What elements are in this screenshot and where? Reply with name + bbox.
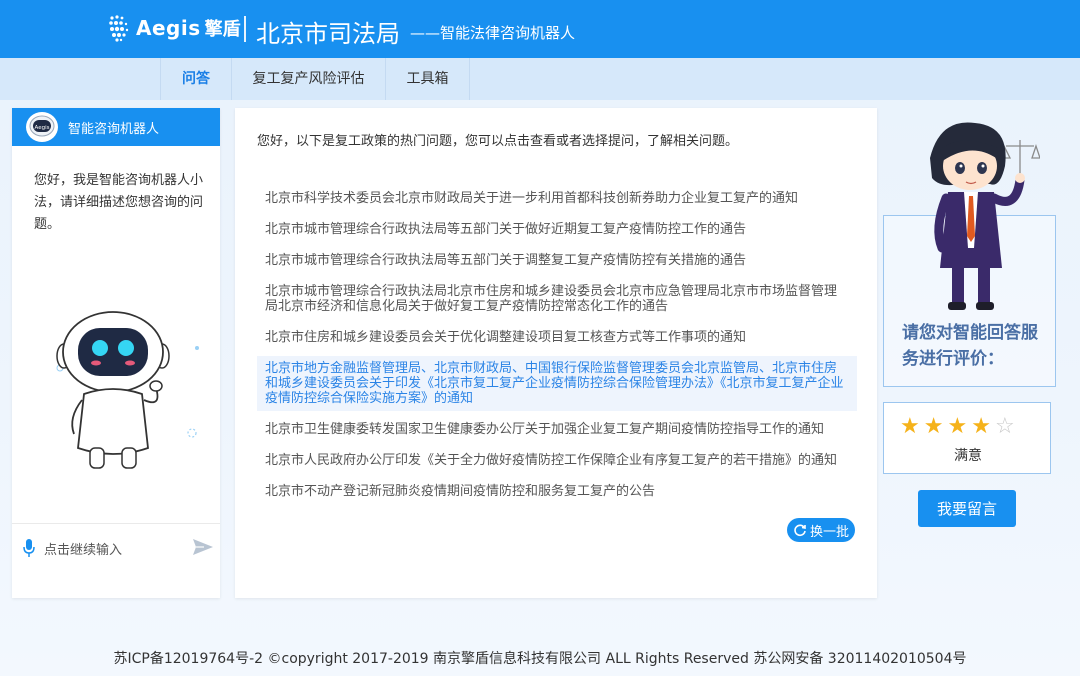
- chat-input-field[interactable]: 点击继续输入: [44, 539, 122, 558]
- logo-chinese-text: 擎盾: [204, 19, 241, 40]
- tab-qa[interactable]: 问答: [160, 58, 232, 100]
- svg-text:Aegis: Aegis: [35, 125, 50, 131]
- lawyer-character-illustration: [930, 122, 1040, 310]
- hot-questions-intro: 您好，以下是复工政策的热门问题，您可以点击查看或者选择提问，了解相关问题。: [257, 134, 739, 149]
- rating-label: 满意: [954, 448, 982, 464]
- microphone-icon[interactable]: [22, 538, 36, 558]
- question-item-highlighted[interactable]: 北京市地方金融监督管理局、北京市财政局、中国银行保险监督管理委员会北京监管局、北…: [257, 356, 857, 411]
- logo-dots-icon: [109, 15, 129, 42]
- hot-questions-list: 北京市科学技术委员会北京市财政局关于进一步利用首都科技创新券助力企业复工复产的通…: [257, 186, 857, 510]
- star-icon-filled[interactable]: ★: [947, 415, 967, 439]
- question-item[interactable]: 北京市人民政府办公厅印发《关于全力做好疫情防控工作保障企业有序复工复产的若干措施…: [257, 448, 857, 473]
- footer-copyright: 苏ICP备12019764号-2 ©copyright 2017-2019 南京…: [113, 651, 967, 667]
- question-item[interactable]: 北京市不动产登记新冠肺炎疫情期间疫情防控和服务复工复产的公告: [257, 479, 857, 504]
- rating-widget: ★ ★ ★ ★ ☆ 满意: [883, 402, 1051, 474]
- top-header: Aegis 擎盾 北京市司法局 ——智能法律咨询机器人: [0, 0, 1080, 58]
- tab-toolbox[interactable]: 工具箱: [386, 58, 470, 100]
- chat-panel-header: Aegis 智能咨询机器人: [12, 108, 220, 146]
- leave-message-button[interactable]: 我要留言: [918, 490, 1016, 527]
- star-icon-filled[interactable]: ★: [900, 415, 920, 439]
- page-subtitle: ——智能法律咨询机器人: [410, 24, 576, 42]
- rating-prompt-text: 请您对智能回答服务进行评价：: [902, 323, 1038, 369]
- hot-questions-panel: 您好，以下是复工政策的热门问题，您可以点击查看或者选择提问，了解相关问题。 北京…: [235, 108, 877, 598]
- logo-text: Aegis: [136, 16, 201, 40]
- question-item[interactable]: 北京市城市管理综合行政执法局北京市住房和城乡建设委员会北京市应急管理局北京市市场…: [257, 279, 857, 319]
- bot-avatar: Aegis: [26, 112, 58, 142]
- chat-panel-title: 智能咨询机器人: [68, 121, 160, 137]
- header-divider: [244, 16, 246, 42]
- question-item[interactable]: 北京市科学技术委员会北京市财政局关于进一步利用首都科技创新券助力企业复工复产的通…: [257, 186, 857, 211]
- question-item[interactable]: 北京市城市管理综合行政执法局等五部门关于调整复工复产疫情防控有关措施的通告: [257, 248, 857, 273]
- main-nav: 问答 复工复产风险评估 工具箱: [0, 58, 1080, 100]
- tab-risk-assessment[interactable]: 复工复产风险评估: [232, 58, 386, 100]
- star-icon-filled[interactable]: ★: [924, 415, 944, 439]
- chat-input-bar[interactable]: 点击继续输入: [12, 523, 220, 598]
- aegis-logo[interactable]: Aegis 擎盾: [108, 14, 241, 42]
- page-title: 北京市司法局: [256, 20, 400, 48]
- robot-head-icon: Aegis: [29, 115, 55, 137]
- bot-greeting-message: 您好，我是智能咨询机器人小法，请详细描述您想咨询的问题。: [34, 173, 204, 232]
- star-rating[interactable]: ★ ★ ★ ★ ☆: [900, 415, 1019, 439]
- refresh-icon: [794, 524, 806, 537]
- question-item[interactable]: 北京市城市管理综合行政执法局等五部门关于做好近期复工复产疫情防控工作的通告: [257, 217, 857, 242]
- star-icon-filled[interactable]: ★: [971, 415, 991, 439]
- send-icon[interactable]: [192, 537, 214, 557]
- question-item[interactable]: 北京市卫生健康委转发国家卫生健康委办公厅关于加强企业复工复产期间疫情防控指导工作…: [257, 417, 857, 442]
- refresh-label: 换一批: [809, 524, 849, 540]
- star-icon-empty[interactable]: ☆: [995, 415, 1015, 439]
- question-item[interactable]: 北京市住房和城乡建设委员会关于优化调整建设项目复工核查方式等工作事项的通知: [257, 325, 857, 350]
- refresh-questions-button[interactable]: 换一批: [787, 518, 855, 542]
- chat-panel: Aegis 智能咨询机器人 您好，我是智能咨询机器人小法，请详细描述您想咨询的问…: [12, 108, 220, 598]
